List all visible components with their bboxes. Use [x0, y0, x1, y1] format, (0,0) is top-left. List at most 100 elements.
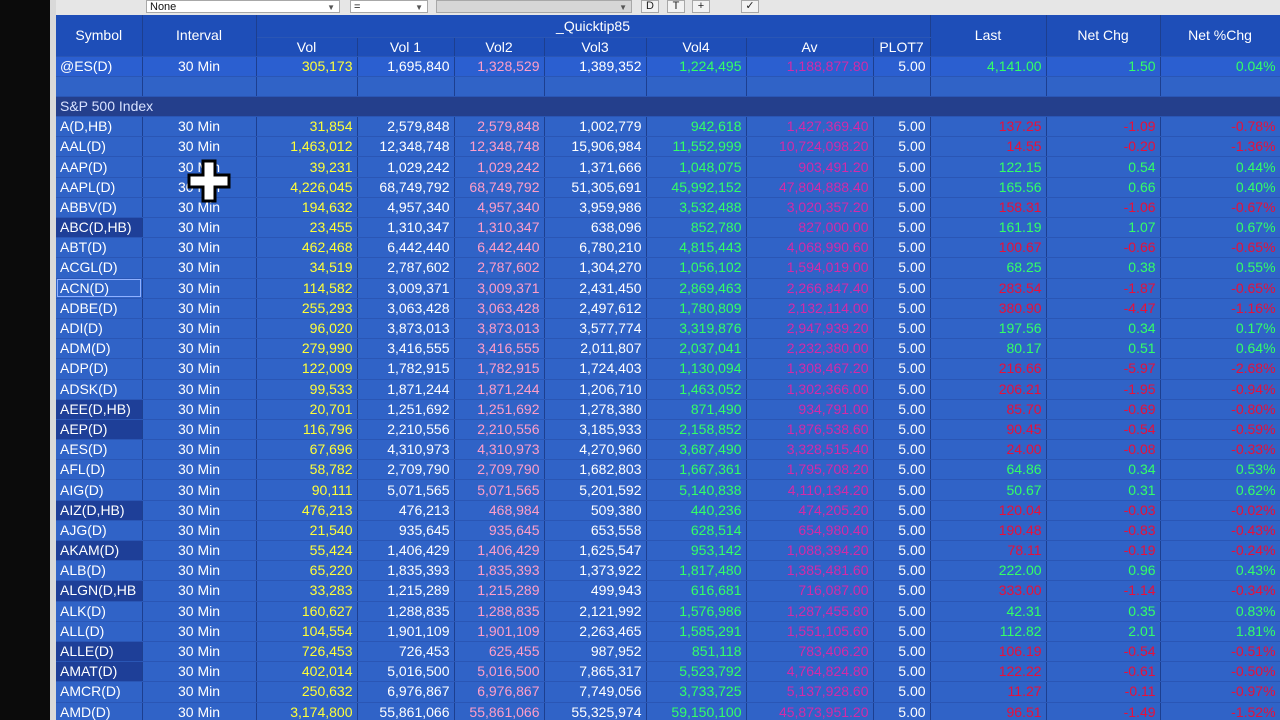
col-header-vol1[interactable]: Vol 1 — [357, 36, 455, 57]
symbol-cell[interactable]: AMCR(D) — [56, 681, 143, 703]
table-row[interactable]: A(D,HB) 30 Min 31,854 2,579,848 2,579,848 1,0… — [56, 116, 1280, 138]
symbol-cell[interactable]: AAP(D) — [56, 156, 143, 178]
symbol-cell[interactable]: AAL(D) — [56, 136, 143, 158]
symbol-cell[interactable]: A(D,HB) — [56, 116, 143, 138]
symbol-cell[interactable]: ACN(D) — [56, 278, 143, 299]
vol4-cell: 1,056,102 — [646, 257, 747, 279]
symbol-cell[interactable]: ADP(D) — [56, 358, 143, 380]
vol4-cell: 2,869,463 — [646, 278, 747, 299]
table-row[interactable]: AFL(D) 30 Min 58,782 2,709,790 2,709,790 1,68… — [56, 459, 1280, 481]
indicator-group-header[interactable]: _Quicktip85 — [256, 15, 931, 38]
table-row[interactable]: AMAT(D) 30 Min 402,014 5,016,500 5,016,500 7,… — [56, 661, 1280, 683]
table-row[interactable]: AES(D) 30 Min 67,696 4,310,973 4,310,973 4,27… — [56, 439, 1280, 461]
symbol-cell[interactable]: ADBE(D) — [56, 298, 143, 319]
col-header-vol[interactable]: Vol — [256, 36, 358, 57]
symbol-cell[interactable]: ABC(D,HB) — [56, 217, 143, 239]
symbol-cell[interactable]: ALB(D) — [56, 560, 143, 582]
filter-field-select[interactable]: None ▼ — [146, 0, 340, 13]
table-row[interactable]: ADSK(D) 30 Min 99,533 1,871,244 1,871,244 1,2… — [56, 379, 1280, 400]
symbol-cell[interactable]: ADM(D) — [56, 338, 143, 360]
symbol-cell[interactable]: ACGL(D) — [56, 257, 143, 279]
table-row[interactable]: ACN(D) 30 Min 114,582 3,009,371 3,009,371 2,4… — [56, 278, 1280, 299]
symbol-cell[interactable]: ABBV(D) — [56, 197, 143, 219]
symbol-cell[interactable]: ALGN(D,HB — [56, 580, 143, 602]
col-header-vol3[interactable]: Vol3 — [544, 36, 647, 57]
col-header-vol4[interactable]: Vol4 — [646, 36, 747, 57]
vol4-cell: 2,158,852 — [646, 419, 747, 441]
symbol-cell[interactable]: AIG(D) — [56, 479, 143, 501]
vol1-cell: 1,406,429 — [357, 540, 455, 562]
table-row[interactable]: ADI(D) 30 Min 96,020 3,873,013 3,873,013 3,57… — [56, 318, 1280, 340]
table-row[interactable]: ADBE(D) 30 Min 255,293 3,063,428 3,063,428 2,… — [56, 298, 1280, 319]
table-row[interactable]: ADP(D) 30 Min 122,009 1,782,915 1,782,915 1,7… — [56, 358, 1280, 380]
col-header-plot7[interactable]: PLOT7 — [873, 36, 931, 57]
vol2-cell: 1,288,835 — [454, 601, 545, 622]
table-row[interactable]: AEE(D,HB) 30 Min 20,701 1,251,692 1,251,692 1… — [56, 399, 1280, 420]
symbol-cell[interactable]: AMD(D) — [56, 702, 143, 720]
symbol-cell[interactable]: ALK(D) — [56, 601, 143, 622]
table-row[interactable]: AEP(D) 30 Min 116,796 2,210,556 2,210,556 3,1… — [56, 419, 1280, 441]
symbol-cell[interactable]: ALLE(D) — [56, 641, 143, 663]
empty-row[interactable] — [56, 76, 1280, 97]
symbol-cell[interactable]: AES(D) — [56, 439, 143, 461]
symbol-cell[interactable]: AEE(D,HB) — [56, 399, 143, 420]
table-row[interactable]: AMD(D) 30 Min 3,174,800 55,861,066 55,861,06… — [56, 702, 1280, 720]
table-row[interactable]: ALB(D) 30 Min 65,220 1,835,393 1,835,393 1,37… — [56, 560, 1280, 582]
symbol-cell[interactable]: AJG(D) — [56, 520, 143, 542]
table-row[interactable]: ALGN(D,HB 30 Min 33,283 1,215,289 1,215,289 4… — [56, 580, 1280, 602]
symbol-cell[interactable]: AMAT(D) — [56, 661, 143, 683]
vol1-cell: 726,453 — [357, 641, 455, 663]
table-row-es[interactable]: @ES(D) 30 Min 305,173 1,695,840 1,328,52… — [56, 56, 1280, 77]
table-row[interactable]: ABT(D) 30 Min 462,468 6,442,440 6,442,440 6,7… — [56, 237, 1280, 259]
vol2-cell: 12,348,748 — [454, 136, 545, 158]
filter-value-input[interactable]: ▼ — [436, 0, 632, 13]
col-header-net-chg[interactable]: Net Chg — [1046, 15, 1161, 57]
vol3-cell: 1,625,547 — [544, 540, 647, 562]
table-row[interactable]: ABBV(D) 30 Min 194,632 4,957,340 4,957,340 3,… — [56, 197, 1280, 219]
add-button[interactable]: + — [692, 0, 710, 13]
table-row[interactable]: AAL(D) 30 Min 1,463,012 12,348,748 12,348,74… — [56, 136, 1280, 158]
net-chg-cell: -5.97 — [1046, 358, 1161, 380]
symbol-cell[interactable]: ABT(D) — [56, 237, 143, 259]
symbol-cell[interactable]: AAPL(D) — [56, 177, 143, 198]
table-row[interactable]: AJG(D) 30 Min 21,540 935,645 935,645 653,558 6… — [56, 520, 1280, 542]
vol1-cell: 3,009,371 — [357, 278, 455, 299]
symbol-cell[interactable]: AFL(D) — [56, 459, 143, 481]
vol2-cell: 5,016,500 — [454, 661, 545, 683]
symbol-cell[interactable]: ALL(D) — [56, 621, 143, 642]
table-row[interactable]: AMCR(D) 30 Min 250,632 6,976,867 6,976,867 7,… — [56, 681, 1280, 703]
table-row[interactable]: ALK(D) 30 Min 160,627 1,288,835 1,288,835 2,1… — [56, 601, 1280, 622]
table-row[interactable]: AIG(D) 30 Min 90,111 5,071,565 5,071,565 5,20… — [56, 479, 1280, 501]
d-button[interactable]: D — [641, 0, 659, 13]
filter-operator-select[interactable]: = ▼ — [350, 0, 428, 13]
interval-cell: 30 Min — [142, 136, 257, 158]
table-row[interactable]: AAPL(D) 30 Min 4,226,045 68,749,792 68,749,7… — [56, 177, 1280, 198]
symbol-cell[interactable]: AKAM(D) — [56, 540, 143, 562]
table-row[interactable]: ALLE(D) 30 Min 726,453 726,453 625,455 987,95… — [56, 641, 1280, 663]
col-header-net-pct-chg[interactable]: Net %Chg — [1160, 15, 1280, 57]
vol4-cell: 3,319,876 — [646, 318, 747, 340]
col-header-av[interactable]: Av — [746, 36, 874, 57]
table-row[interactable]: ABC(D,HB) 30 Min 23,455 1,310,347 1,310,347 6… — [56, 217, 1280, 239]
t-button[interactable]: T — [667, 0, 685, 13]
symbol-cell[interactable]: AIZ(D,HB) — [56, 500, 143, 521]
col-header-symbol[interactable]: Symbol — [56, 15, 143, 57]
table-row[interactable]: AKAM(D) 30 Min 55,424 1,406,429 1,406,429 1,6… — [56, 540, 1280, 562]
vol-cell: 122,009 — [256, 358, 358, 380]
interval-cell: 30 Min — [142, 358, 257, 380]
col-header-vol2[interactable]: Vol2 — [454, 36, 545, 57]
symbol-cell[interactable]: AEP(D) — [56, 419, 143, 441]
section-row[interactable]: S&P 500 Index — [56, 96, 1280, 118]
symbol-cell[interactable]: ADSK(D) — [56, 379, 143, 400]
symbol-cell[interactable]: @ES(D) — [56, 56, 143, 77]
col-header-interval[interactable]: Interval — [142, 15, 257, 57]
table-row[interactable]: ADM(D) 30 Min 279,990 3,416,555 3,416,555 2,0… — [56, 338, 1280, 360]
last-cell: 24.00 — [930, 439, 1047, 461]
table-row[interactable]: AAP(D) 30 Min 39,231 1,029,242 1,029,242 1,37… — [56, 156, 1280, 178]
table-row[interactable]: AIZ(D,HB) 30 Min 476,213 476,213 468,984 509,… — [56, 500, 1280, 521]
col-header-last[interactable]: Last — [930, 15, 1047, 57]
table-row[interactable]: ACGL(D) 30 Min 34,519 2,787,602 2,787,602 1,3… — [56, 257, 1280, 279]
apply-button[interactable]: ✓ — [741, 0, 759, 13]
symbol-cell[interactable]: ADI(D) — [56, 318, 143, 340]
table-row[interactable]: ALL(D) 30 Min 104,554 1,901,109 1,901,109 2,2… — [56, 621, 1280, 642]
